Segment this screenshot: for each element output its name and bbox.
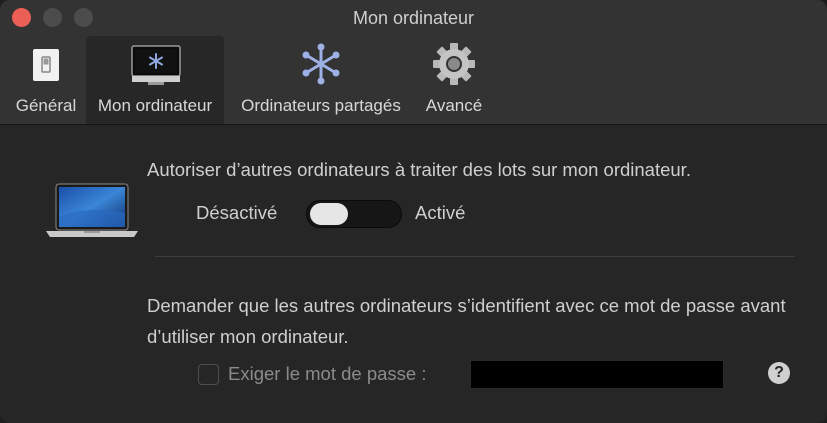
section-divider [155,256,795,257]
general-switch-icon [8,42,84,86]
require-password-checkbox[interactable] [198,364,219,385]
tab-general-label: Général [15,96,77,115]
tab-advanced[interactable]: Avancé [418,36,490,124]
tab-shared-computers-label: Ordinateurs partagés [241,96,401,115]
password-field[interactable] [470,360,724,389]
password-row: Exiger le mot de passe : ? [198,360,798,391]
window-title: Mon ordinateur [352,8,475,28]
my-computer-pane: Autoriser d’autres ordinateurs à traiter… [0,125,827,423]
gear-icon [418,42,490,86]
preferences-window: Mon ordinateur Général Mon ordinateur Or… [0,0,827,423]
tab-shared-computers[interactable]: Ordinateurs partagés [228,36,414,124]
laptop-icon [46,183,138,244]
titlebar: Mon ordinateur Général Mon ordinateur Or… [0,0,827,125]
toggle-on-label: Activé [415,202,466,223]
shared-computers-icon [228,42,414,86]
tab-general[interactable]: Général [8,36,84,124]
toggle-off-label: Désactivé [196,202,278,223]
toggle-knob [310,203,348,225]
password-description: Demander que les autres ordinateurs s’id… [147,295,786,347]
processing-toggle[interactable] [306,200,402,228]
tab-my-computer-label: Mon ordinateur [97,96,213,115]
require-password-label: Exiger le mot de passe : [228,363,427,384]
help-icon[interactable]: ? [768,362,790,384]
allow-processing-text: Autoriser d’autres ordinateurs à traiter… [147,159,691,180]
tab-advanced-label: Avancé [425,96,483,115]
monitor-icon [86,42,224,86]
tab-my-computer[interactable]: Mon ordinateur [86,36,224,124]
